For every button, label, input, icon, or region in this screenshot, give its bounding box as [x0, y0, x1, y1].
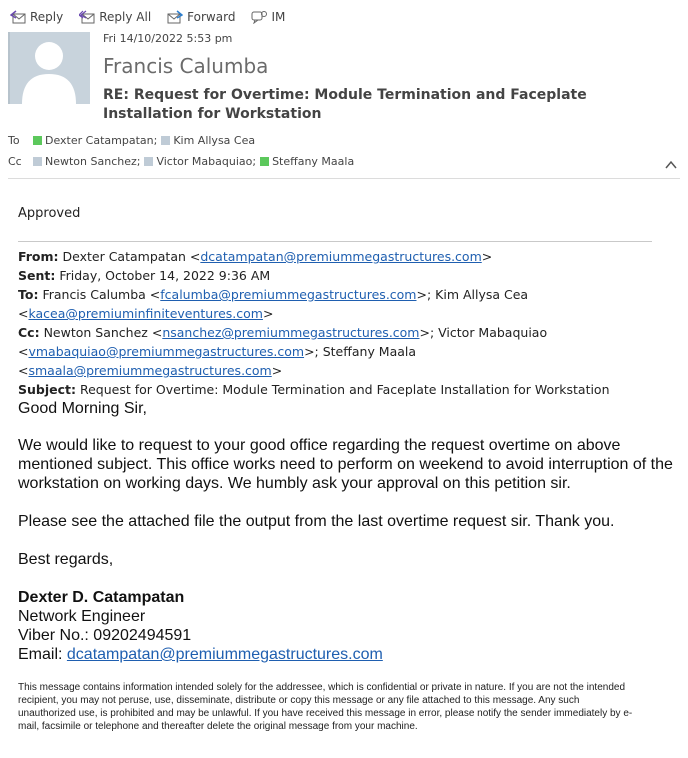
quoted-to-cont: <kacea@premiuminfiniteventures.com> [18, 306, 274, 321]
recipient-name: Dexter Catampatan; [45, 134, 158, 147]
recipient[interactable]: Dexter Catampatan; [33, 134, 157, 147]
forward-label: Forward [187, 10, 236, 24]
reply-text: Approved [18, 206, 81, 221]
reply-label: Reply [30, 10, 64, 24]
quoted-headers: From: Dexter Catampatan <dcatampatan@pre… [18, 247, 678, 399]
recipient-name: Victor Mabaquiao; [156, 155, 257, 168]
paragraph-attachment: Please see the attached file the output … [18, 513, 615, 530]
forward-icon [167, 10, 184, 24]
forward-button[interactable]: Forward [167, 10, 235, 24]
presence-indicator [33, 157, 42, 166]
greeting: Good Morning Sir, [18, 400, 147, 417]
quoted-to: To: Francis Calumba <fcalumba@premiummeg… [18, 287, 529, 302]
to-row: To Dexter Catampatan; Kim Allysa Cea [8, 134, 259, 147]
signature-viber: Viber No.: 09202494591 [18, 627, 192, 644]
email-link[interactable]: smaala@premiummegastructures.com [28, 363, 271, 378]
reply-all-button[interactable]: Reply All [79, 10, 151, 24]
recipient[interactable]: Steffany Maala [260, 155, 354, 168]
presence-indicator [260, 157, 270, 166]
quoted-cc: Cc: Newton Sanchez <nsanchez@premiummega… [18, 325, 548, 340]
recipient[interactable]: Newton Sanchez; [33, 155, 140, 168]
quoted-separator [18, 241, 652, 242]
email-link[interactable]: nsanchez@premiummegastructures.com [162, 325, 419, 340]
email-link[interactable]: kacea@premiuminfiniteventures.com [28, 306, 262, 321]
recipient-name: Kim Allysa Cea [173, 134, 256, 147]
toolbar: Reply Reply All Forward IM [10, 8, 285, 26]
recipient-name: Steffany Maala [272, 155, 355, 168]
recipient[interactable]: Kim Allysa Cea [161, 134, 255, 147]
reply-icon [10, 10, 26, 24]
cc-label: Cc [8, 155, 22, 168]
paragraph-request: We would like to request to your good of… [18, 437, 673, 492]
quoted-subject: Subject: Request for Overtime: Module Te… [18, 382, 610, 397]
presence-indicator [33, 136, 42, 145]
cc-row: Cc Newton Sanchez; Victor Mabaquiao; Ste… [8, 155, 358, 168]
im-button[interactable]: IM [251, 10, 285, 24]
closing: Best regards, [18, 551, 114, 568]
message-date: Fri 14/10/2022 5:53 pm [103, 32, 233, 45]
collapse-header-chevron-icon[interactable] [664, 158, 678, 172]
disclaimer: This message contains information intend… [18, 682, 633, 732]
im-icon [251, 11, 268, 24]
reply-button[interactable]: Reply [10, 10, 63, 24]
email-link[interactable]: dcatampatan@premiummegastructures.com [200, 249, 481, 264]
sender-avatar [8, 32, 90, 104]
presence-indicator [161, 136, 171, 145]
signature-name: Dexter D. Catampatan [18, 589, 185, 606]
quoted-cc-cont: <vmabaquiao@premiummegastructures.com>; … [18, 344, 417, 378]
quoted-sent: Sent: Friday, October 14, 2022 9:36 AM [18, 268, 271, 283]
recipient[interactable]: Victor Mabaquiao; [144, 155, 256, 168]
signature-email: Email: dcatampatan@premiummegastructures… [18, 646, 383, 663]
reply-all-label: Reply All [99, 10, 152, 24]
person-icon [22, 42, 76, 104]
message-subject: RE: Request for Overtime: Module Termina… [103, 87, 587, 122]
im-label: IM [271, 10, 286, 24]
email-link[interactable]: fcalumba@premiummegastructures.com [160, 287, 416, 302]
email-link[interactable]: vmabaquiao@premiummegastructures.com [28, 344, 304, 359]
quoted-from: From: Dexter Catampatan <dcatampatan@pre… [18, 249, 493, 264]
reply-all-icon [79, 10, 95, 24]
presence-indicator [144, 157, 154, 166]
sender-name[interactable]: Francis Calumba [103, 54, 268, 78]
signature-title: Network Engineer [18, 608, 146, 625]
header-divider [8, 178, 680, 179]
email-link[interactable]: dcatampatan@premiummegastructures.com [67, 646, 383, 663]
to-label: To [8, 134, 20, 147]
recipient-name: Newton Sanchez; [45, 155, 141, 168]
